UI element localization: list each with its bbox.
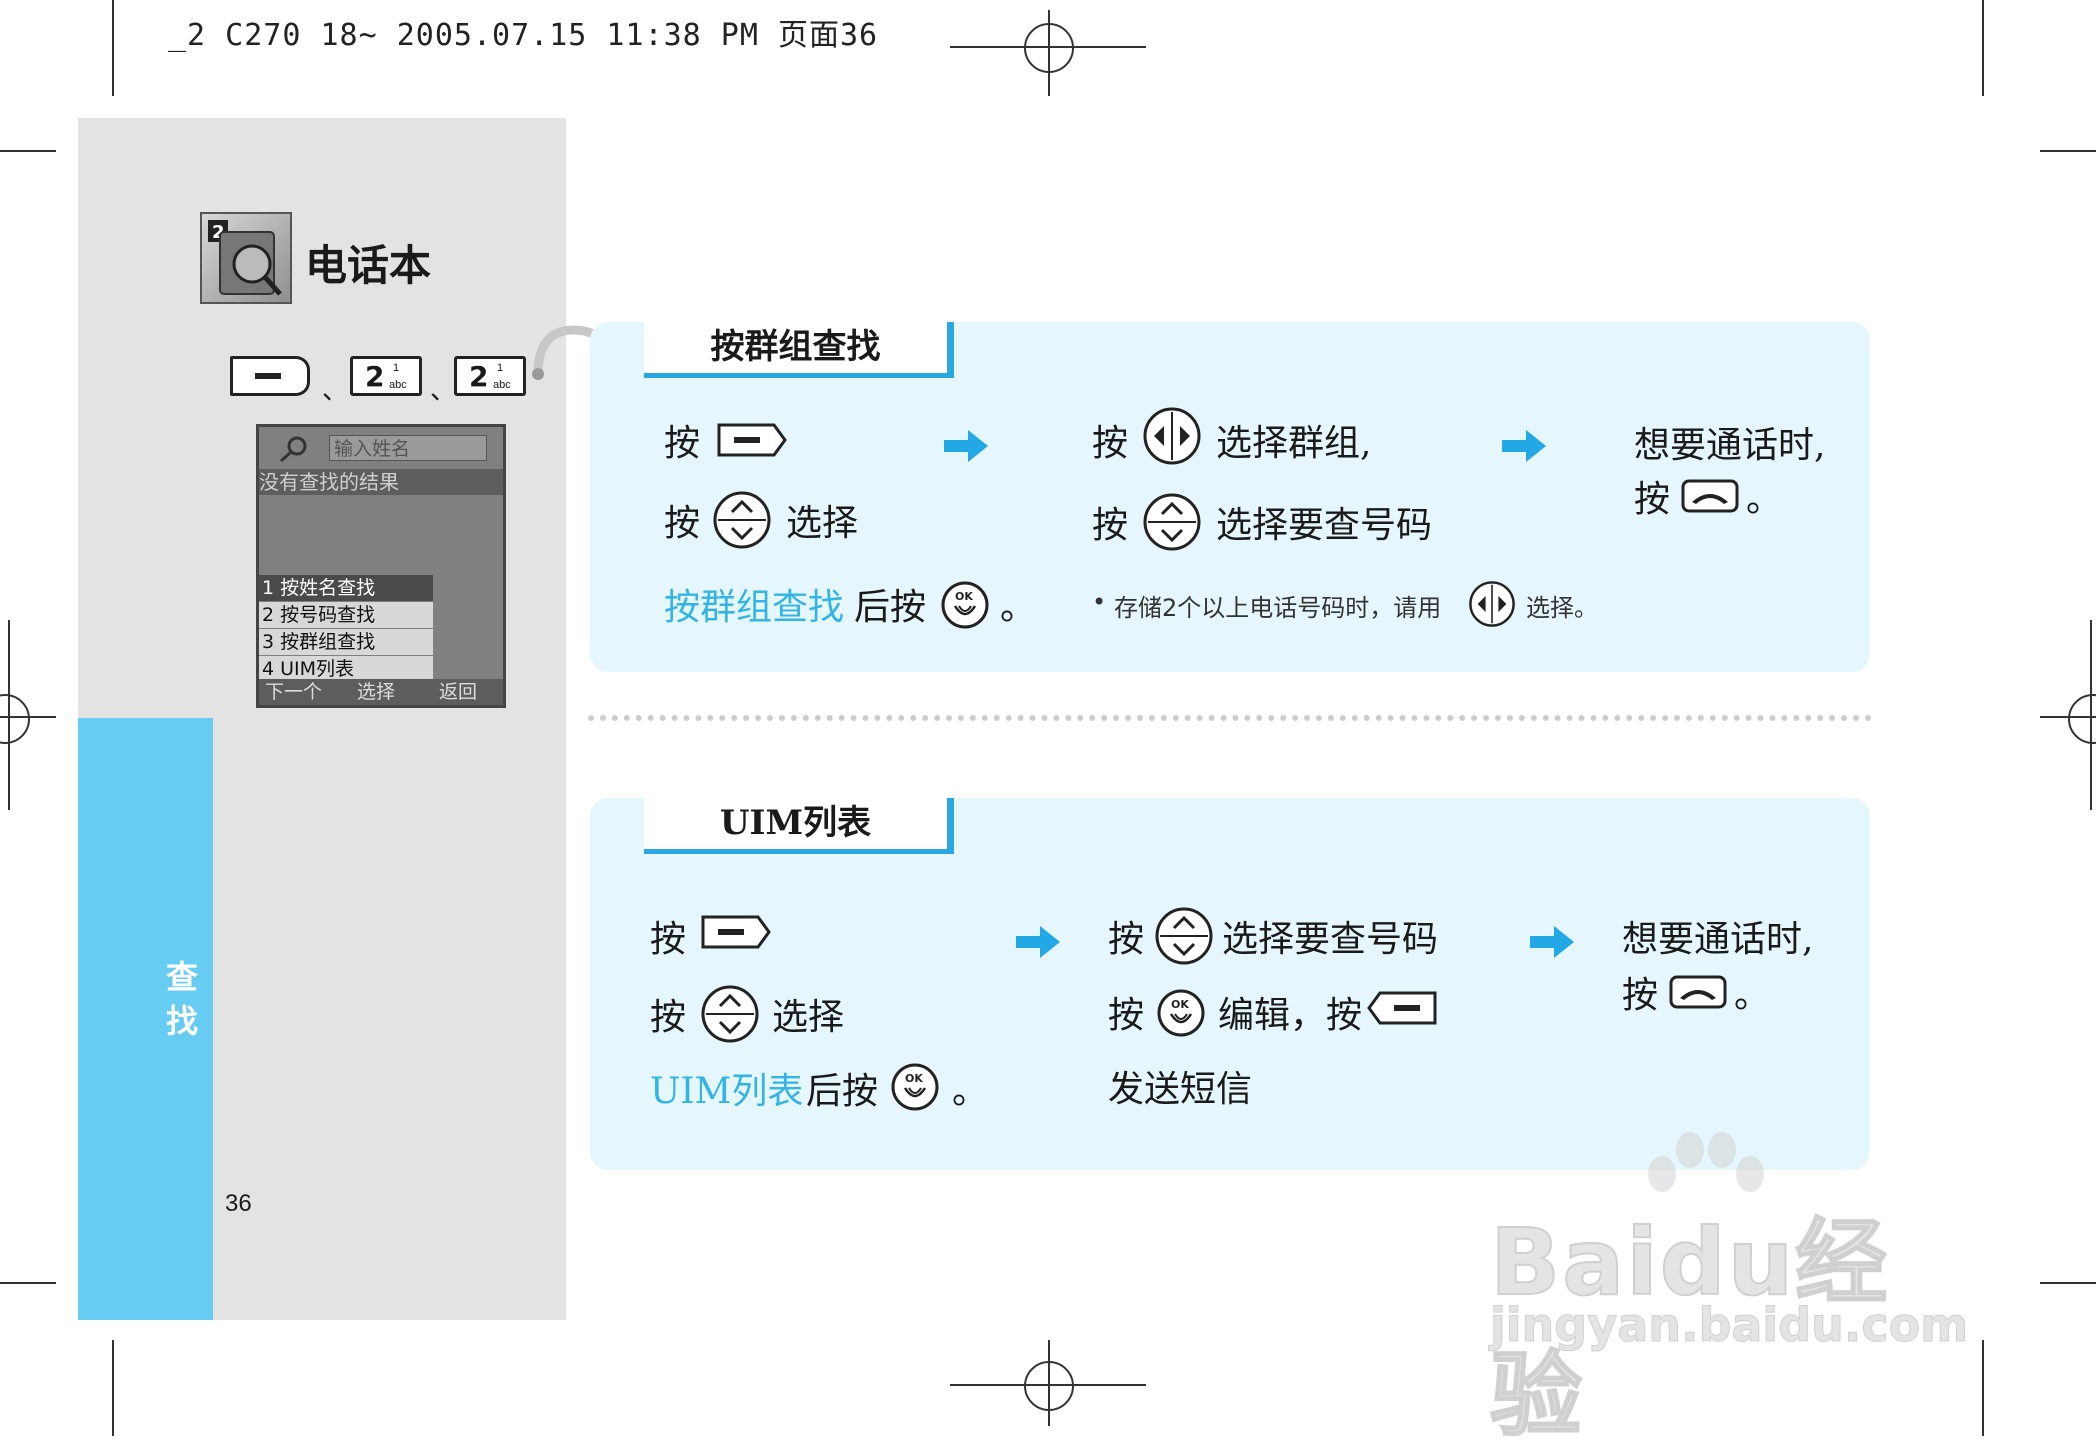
step-text: 编辑，按 [1218, 995, 1363, 1036]
baidu-watermark: Baidu经验 jingyan.baidu.com [1489, 1128, 1970, 1450]
crop-mark [112, 0, 114, 96]
key-2-icon: 2 1 abc [350, 356, 422, 396]
softkey-label: 选择 [357, 681, 396, 703]
step-text: 按 [650, 919, 687, 960]
uim-list-title: UIM列表 [644, 798, 954, 854]
crop-mark [1982, 0, 1984, 96]
up-down-nav-icon [712, 490, 772, 550]
send-call-key-icon [1680, 478, 1740, 514]
crop-mark [2040, 716, 2096, 718]
step-text: 按 [1092, 423, 1129, 464]
step-text: 按 [1092, 505, 1129, 546]
key-2-icon: 2 1 abc [454, 356, 526, 396]
search-icon [279, 436, 307, 463]
step-text: 按 [664, 503, 701, 544]
ok-key-icon [890, 1062, 940, 1112]
side-tab-char: 查 [165, 958, 198, 996]
up-down-nav-icon [700, 984, 760, 1044]
phone-search-input: 输入姓名 [329, 435, 487, 461]
phone-screen: 输入姓名 没有查找的结果 1 按姓名查找 2 按号码查找 3 按群组查找 4 U… [256, 424, 506, 708]
registration-mark [1024, 23, 1074, 73]
step-text: 发送短信 [1108, 1069, 1253, 1110]
left-right-nav-icon [1142, 406, 1202, 466]
step-text: 选择要查号码 [1216, 505, 1433, 546]
softkey-label: 下一个 [265, 681, 323, 703]
section-divider [588, 715, 1872, 721]
watermark-url: jingyan.baidu.com [1489, 1298, 1969, 1353]
side-tab-char: 找 [165, 1002, 198, 1040]
crop-mark [2040, 1282, 2096, 1284]
note-text: 选择。 [1526, 594, 1598, 622]
crop-mark [0, 150, 56, 152]
phone-menu-item: 1 按姓名查找 [259, 575, 433, 601]
step-text: 想要通话时, [1634, 425, 1826, 466]
menu-softkey-icon [716, 422, 788, 458]
phone-softkeys: 下一个 选择 返回 [259, 679, 503, 705]
menu-path-highlight: 按群组查找 [664, 587, 845, 628]
arrow-right-icon [1016, 926, 1060, 958]
step-text: 后按 [854, 587, 927, 628]
chapter-title: 电话本 [305, 241, 432, 290]
menu-softkey-icon [700, 914, 772, 950]
step-text: 后按 [806, 1071, 879, 1112]
up-down-nav-icon [1154, 906, 1214, 966]
menu-path-highlight: UIM列表 [650, 1071, 804, 1112]
key-letters: abc [493, 379, 511, 391]
key-sup: 1 [393, 362, 400, 374]
step-text: 。 [952, 1071, 989, 1112]
step-text: 按 [1622, 975, 1659, 1016]
left-softkey-icon [230, 356, 310, 396]
send-call-key-icon [1668, 974, 1728, 1010]
registration-mark [0, 694, 30, 744]
step-text: 想要通话时, [1622, 919, 1814, 960]
step-text: 。 [1000, 587, 1037, 628]
arrow-right-icon [1530, 926, 1574, 958]
group-search-title: 按群组查找 [644, 322, 954, 378]
phone-menu-item: 2 按号码查找 [259, 602, 433, 628]
page-number: 36 [225, 1190, 252, 1217]
phone-no-result: 没有查找的结果 [259, 469, 503, 495]
step-text: 按 [1108, 919, 1145, 960]
key-digit: 2 [365, 360, 385, 393]
step-text: 选择 [786, 503, 859, 544]
key-sup: 1 [497, 362, 504, 374]
note-text: 存储2个以上电话号码时，请用 [1114, 594, 1442, 622]
phonebook-icon: 2 [200, 212, 292, 304]
registration-mark [1024, 1361, 1074, 1411]
step-text: 按 [1634, 479, 1671, 520]
note-bullet: • [1092, 588, 1107, 616]
step-text: 按 [1108, 995, 1145, 1036]
crop-mark [1982, 1340, 1984, 1436]
softkey-label: 返回 [439, 681, 478, 703]
crop-mark [0, 1282, 56, 1284]
step-text: 。 [1734, 975, 1771, 1016]
side-tab-label: 查 找 [150, 955, 214, 1043]
crop-mark [112, 1340, 114, 1436]
print-header: _2 C270 18~ 2005.07.15 11:38 PM 页面36 [168, 18, 879, 53]
step-text: 选择 [772, 997, 845, 1038]
key-separator: 、 [430, 376, 457, 406]
crop-mark [0, 716, 56, 718]
key-letters: abc [389, 379, 407, 391]
step-text: 选择要查号码 [1222, 919, 1439, 960]
step-text: 选择群组, [1216, 423, 1372, 464]
clear-key-icon [1366, 990, 1438, 1026]
crop-mark [2040, 150, 2096, 152]
ok-key-icon [940, 580, 990, 630]
phone-menu-item: 3 按群组查找 [259, 629, 433, 655]
ok-key-icon [1156, 988, 1206, 1038]
up-down-nav-icon [1142, 492, 1202, 552]
arrow-right-icon [1502, 430, 1546, 462]
left-right-nav-icon [1468, 580, 1516, 628]
step-text: 按 [650, 997, 687, 1038]
key-digit: 2 [469, 360, 489, 393]
step-text: 。 [1746, 479, 1783, 520]
key-separator: 、 [322, 376, 349, 406]
registration-mark [2068, 694, 2096, 744]
step-text: 按 [664, 423, 701, 464]
arrow-right-icon [944, 430, 988, 462]
